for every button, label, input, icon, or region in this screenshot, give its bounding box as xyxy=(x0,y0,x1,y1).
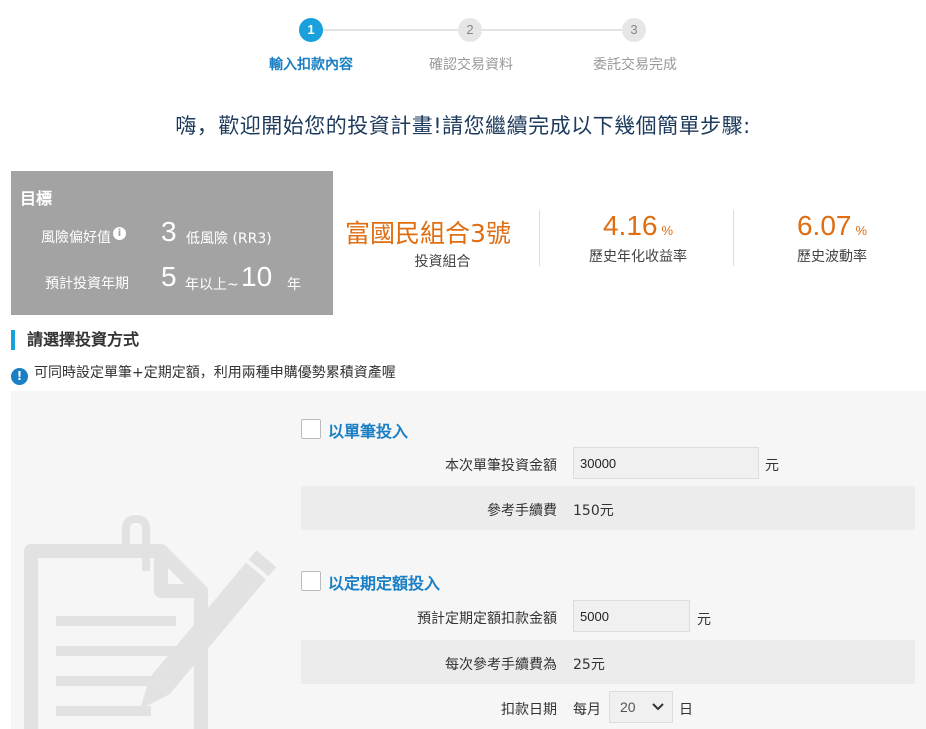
portfolio-name: 富國民組合3號 xyxy=(345,219,511,248)
period-mid-text: 年以上~ xyxy=(185,277,239,293)
risk-text: 低風險 (RR3) xyxy=(186,231,272,247)
period-unit: 年 xyxy=(287,277,301,293)
section-title: 請選擇投資方式 xyxy=(11,330,139,350)
debit-date-value: 20 xyxy=(620,699,636,715)
notice-message: 可同時設定單筆+定期定額，利用兩種申購優勢累積資產喔 xyxy=(34,365,396,381)
debit-date-label: 扣款日期 xyxy=(501,702,557,718)
divider xyxy=(733,210,734,266)
notice-text: ! 可同時設定單筆+定期定額，利用兩種申購優勢累積資產喔 xyxy=(11,362,396,385)
chevron-down-icon xyxy=(652,692,664,729)
step-1-label: 輸入扣款內容 xyxy=(269,57,353,73)
debit-date-suffix: 日 xyxy=(679,702,693,718)
single-amount-input[interactable] xyxy=(573,447,759,479)
step-1-circle: 1 xyxy=(299,18,323,42)
regular-investment-checkbox[interactable] xyxy=(301,571,321,591)
greeting-heading: 嗨，歡迎開始您的投資計畫!請您繼續完成以下幾個簡單步驟: xyxy=(175,114,751,138)
volatility-unit: % xyxy=(855,223,868,238)
single-amount-label: 本次單筆投資金額 xyxy=(445,458,557,474)
single-amount-unit: 元 xyxy=(765,458,779,474)
step-connector xyxy=(482,29,622,31)
regular-fee-label: 每次參考手續費為 xyxy=(445,657,557,673)
single-fee-value: 150元 xyxy=(573,503,614,519)
single-purchase-checkbox[interactable] xyxy=(301,419,321,439)
annual-return-number: 4.16 xyxy=(602,210,658,241)
step-3-circle: 3 xyxy=(622,18,646,42)
single-fee-label: 參考手續費 xyxy=(487,503,557,519)
progress-stepper: 1 2 3 輸入扣款內容 確認交易資料 委託交易完成 xyxy=(0,18,926,78)
risk-label-text: 風險偏好值 xyxy=(41,230,111,246)
debit-date-select[interactable]: 20 xyxy=(609,691,673,723)
goal-panel: 目標 風險偏好值 i 3 低風險 (RR3) 預計投資年期 5 年以上~ 10 年 xyxy=(11,171,333,315)
regular-amount-unit: 元 xyxy=(697,612,711,628)
regular-fee-value: 25元 xyxy=(573,657,605,673)
volatility-number: 6.07 xyxy=(796,210,852,241)
volatility-value: 6.07% xyxy=(752,210,912,242)
annual-return-value: 4.16% xyxy=(558,210,718,242)
portfolio-subtitle: 投資組合 xyxy=(414,254,471,270)
goal-title: 目標 xyxy=(20,189,53,208)
alert-icon: ! xyxy=(11,368,28,385)
investment-form-panel: 以單筆投入 本次單筆投資金額 元 參考手續費 150元 以定期定額投入 預計定期… xyxy=(11,391,926,729)
info-icon[interactable]: i xyxy=(113,227,126,240)
divider xyxy=(539,210,540,266)
document-pen-icon xyxy=(24,514,277,729)
risk-value: 3 xyxy=(161,216,177,247)
regular-investment-title: 以定期定額投入 xyxy=(328,574,441,593)
debit-date-prefix: 每月 xyxy=(573,702,601,718)
volatility-label: 歷史波動率 xyxy=(797,249,867,265)
regular-amount-input[interactable] xyxy=(573,600,690,632)
step-connector xyxy=(323,29,458,31)
period-max: 10 xyxy=(241,261,273,292)
step-2-circle: 2 xyxy=(458,18,482,42)
step-3-label: 委託交易完成 xyxy=(593,57,677,73)
annual-return-label: 歷史年化收益率 xyxy=(589,249,687,265)
regular-amount-label: 預計定期定額扣款金額 xyxy=(417,611,557,627)
risk-preference-label: 風險偏好值 i xyxy=(41,227,126,247)
period-min: 5 xyxy=(161,261,177,292)
investment-period-label: 預計投資年期 xyxy=(45,276,129,292)
annual-return-unit: % xyxy=(661,223,674,238)
step-2-label: 確認交易資料 xyxy=(429,57,513,73)
single-purchase-title: 以單筆投入 xyxy=(328,422,409,441)
